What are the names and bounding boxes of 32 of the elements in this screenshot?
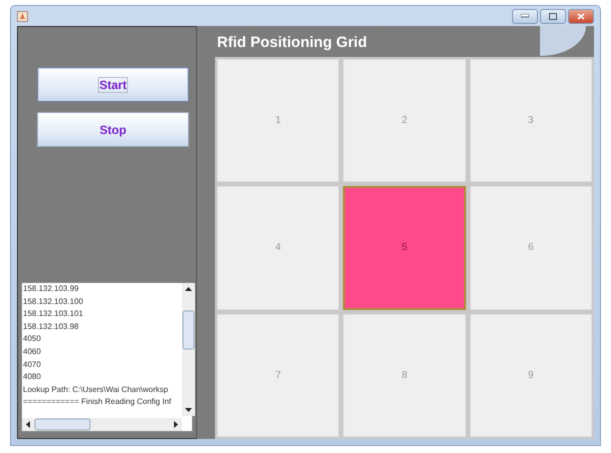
log-line: 4060: [23, 346, 41, 358]
log-line: 4070: [23, 358, 41, 371]
log-line: 4050: [23, 333, 41, 346]
minimize-icon: [521, 14, 529, 18]
quarter-circle-decoration: [540, 26, 586, 56]
minimize-button[interactable]: [512, 8, 538, 24]
grid-cell: 8: [343, 314, 466, 437]
window-title: Rfid Positioning Grid: [217, 33, 367, 53]
close-button[interactable]: [568, 8, 594, 24]
action-button[interactable]: Start: [37, 67, 189, 102]
vertical-scrollbar[interactable]: [182, 283, 195, 416]
grid-cell: 6: [470, 186, 592, 310]
log-line: ============ Finish Reading Config Inf: [23, 396, 172, 408]
grid-cell: 2: [343, 59, 466, 182]
grid-cell: 7: [217, 314, 340, 437]
log-line: 4080: [23, 371, 41, 384]
close-icon: [577, 12, 585, 20]
maximize-icon: [549, 12, 557, 20]
log-line: 158.132.103.98: [23, 320, 79, 333]
log-line: 158.132.103.100: [23, 296, 84, 308]
grid-cell: 4: [217, 186, 340, 310]
log-line: 158.132.103.99: [23, 283, 79, 295]
grid-cell: 1: [217, 59, 340, 182]
grid-cell: 5: [343, 186, 466, 310]
horizontal-scrollbar[interactable]: [22, 418, 182, 431]
log-line: 158.132.103.101: [23, 308, 84, 320]
maximize-button[interactable]: [540, 8, 566, 24]
grid-cell: 9: [470, 314, 592, 437]
action-button[interactable]: Stop: [37, 112, 189, 147]
grid-cell: 3: [470, 59, 592, 182]
app-icon: [17, 10, 28, 22]
log-line: Lookup Path: C:\Users\Wai Chan\worksp: [23, 384, 168, 396]
